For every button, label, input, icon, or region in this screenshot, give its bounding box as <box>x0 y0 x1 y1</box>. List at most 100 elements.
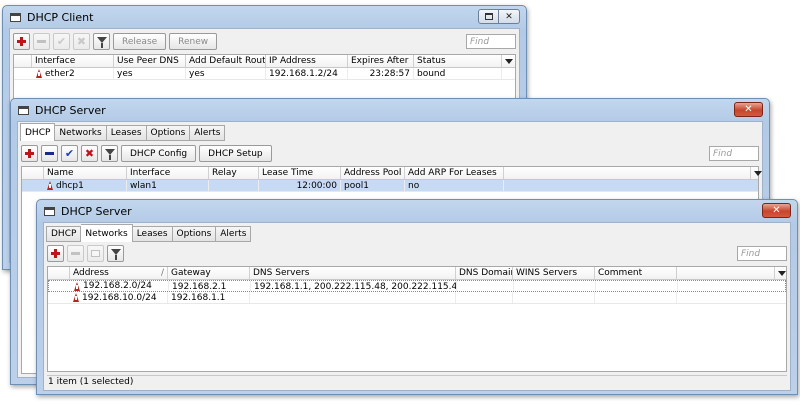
find-input[interactable] <box>737 246 787 261</box>
header-address-pool[interactable]: Address Pool <box>341 167 405 179</box>
add-button[interactable] <box>13 33 30 50</box>
tab-dhcp[interactable]: DHCP <box>46 226 82 242</box>
header-use-peer-dns[interactable]: Use Peer DNS <box>114 55 186 67</box>
dhcp-server-titlebar-2[interactable]: DHCP Server ✕ <box>37 200 797 222</box>
dropdown-icon[interactable] <box>775 267 789 279</box>
table-row[interactable]: dhcp1 wlan1 12:00:00 pool1 no <box>22 180 758 192</box>
sort-icon: / <box>160 268 164 278</box>
header-interface[interactable]: Interface <box>127 167 209 179</box>
header-ip-address[interactable]: IP Address <box>266 55 348 67</box>
header-dns-servers[interactable]: DNS Servers <box>250 267 456 279</box>
tab-dhcp[interactable]: DHCP <box>20 123 56 141</box>
interface-value: ether2 <box>45 68 75 79</box>
tab-options[interactable]: Options <box>146 125 191 141</box>
disable-button[interactable]: ✖ <box>73 33 90 50</box>
add-icon <box>25 149 34 158</box>
remove-button[interactable] <box>67 245 84 262</box>
app-icon <box>18 105 29 115</box>
filter-icon <box>96 36 107 48</box>
dhcp-server-body-2: DHCP Networks Leases Options Alerts Addr… <box>43 222 791 391</box>
tab-networks[interactable]: Networks <box>55 125 107 141</box>
table-row[interactable]: 192.168.10.0/24 192.168.1.1 <box>48 292 786 304</box>
table-header: Name Interface Relay Lease Time Address … <box>22 167 758 180</box>
header-spacer <box>48 267 70 279</box>
enable-icon: ✔ <box>56 35 67 48</box>
close-button[interactable]: ✕ <box>499 9 520 24</box>
find-input[interactable] <box>466 34 516 49</box>
close-button[interactable]: ✕ <box>734 102 763 117</box>
dhcp-config-button[interactable]: DHCP Config <box>121 145 197 162</box>
header-relay[interactable]: Relay <box>209 167 259 179</box>
lease-icon <box>74 281 80 291</box>
disable-icon: ✖ <box>76 35 87 48</box>
cell-interface: wlan1 <box>127 180 209 191</box>
filter-button[interactable] <box>101 145 118 162</box>
close-button[interactable]: ✕ <box>762 203 791 218</box>
disable-button[interactable]: ✖ <box>81 145 98 162</box>
header-comment[interactable]: Comment <box>595 267 677 279</box>
header-filler <box>504 167 751 179</box>
remove-icon <box>45 152 54 155</box>
filter-button[interactable] <box>107 245 124 262</box>
dhcp-server-titlebar-1[interactable]: DHCP Server ✕ <box>11 99 769 121</box>
tab-options[interactable]: Options <box>172 226 217 242</box>
tab-networks[interactable]: Networks <box>81 224 133 242</box>
header-add-default-route[interactable]: Add Default Route <box>186 55 266 67</box>
client-toolbar: ✔ ✖ Release Renew <box>13 33 516 50</box>
server-toolbar-1: ✔ ✖ DHCP Config DHCP Setup <box>21 145 759 162</box>
tab-leases[interactable]: Leases <box>106 125 147 141</box>
filter-button[interactable] <box>93 33 110 50</box>
tab-bar: DHCP Networks Leases Options Alerts <box>46 224 252 242</box>
tab-alerts[interactable]: Alerts <box>216 226 252 242</box>
cell-gateway: 192.168.2.1 <box>169 281 251 291</box>
lease-icon <box>47 181 53 190</box>
table-row[interactable]: ether2 yes yes 192.168.1.2/24 23:28:57 b… <box>14 68 515 80</box>
header-status[interactable]: Status <box>414 55 502 67</box>
dhcp-client-titlebar[interactable]: DHCP Client ✕ <box>3 6 526 28</box>
cell-lease-time: 12:00:00 <box>259 180 341 191</box>
address-value: 192.168.2.0/24 <box>83 281 152 291</box>
cell-dns-servers <box>250 292 456 303</box>
header-address[interactable]: Address / <box>70 267 168 279</box>
server-toolbar-2 <box>47 245 787 262</box>
header-name[interactable]: Name <box>44 167 127 179</box>
table-header: Interface Use Peer DNS Add Default Route… <box>14 55 515 68</box>
release-button[interactable]: Release <box>113 33 167 50</box>
tab-leases[interactable]: Leases <box>132 226 173 242</box>
dropdown-icon[interactable] <box>751 167 765 179</box>
window-title: DHCP Server <box>35 103 106 117</box>
header-add-arp[interactable]: Add ARP For Leases <box>405 167 504 179</box>
renew-button[interactable]: Renew <box>169 33 218 50</box>
close-icon: ✕ <box>505 11 513 22</box>
remove-icon <box>37 40 46 43</box>
add-button[interactable] <box>47 245 64 262</box>
address-label: Address <box>73 268 109 278</box>
add-button[interactable] <box>21 145 38 162</box>
restore-button[interactable] <box>478 9 499 24</box>
dropdown-icon[interactable] <box>502 55 516 67</box>
comment-button[interactable] <box>87 245 104 262</box>
cell-comment <box>595 292 677 303</box>
header-dns-domain[interactable]: DNS Domain <box>456 267 513 279</box>
cell-add-default-route: yes <box>186 68 266 79</box>
add-icon <box>17 37 26 46</box>
dhcp-setup-button[interactable]: DHCP Setup <box>199 145 272 162</box>
remove-button[interactable] <box>41 145 58 162</box>
header-expires-after[interactable]: Expires After <box>348 55 414 67</box>
enable-button[interactable]: ✔ <box>61 145 78 162</box>
enable-button[interactable]: ✔ <box>53 33 70 50</box>
header-interface[interactable]: Interface <box>32 55 114 67</box>
header-wins-servers[interactable]: WINS Servers <box>513 267 595 279</box>
restore-icon <box>484 13 493 20</box>
cell-expires-after: 23:28:57 <box>348 68 414 79</box>
find-input[interactable] <box>709 146 759 161</box>
lease-icon <box>36 69 42 78</box>
cell-gateway: 192.168.1.1 <box>168 292 250 303</box>
status-bar: 1 item (1 selected) <box>47 375 787 388</box>
remove-button[interactable] <box>33 33 50 50</box>
tab-alerts[interactable]: Alerts <box>190 125 226 141</box>
table-row[interactable]: 192.168.2.0/24 192.168.2.1 192.168.1.1, … <box>48 280 786 292</box>
header-lease-time[interactable]: Lease Time <box>259 167 341 179</box>
header-gateway[interactable]: Gateway <box>168 267 250 279</box>
close-icon: ✕ <box>772 205 781 216</box>
